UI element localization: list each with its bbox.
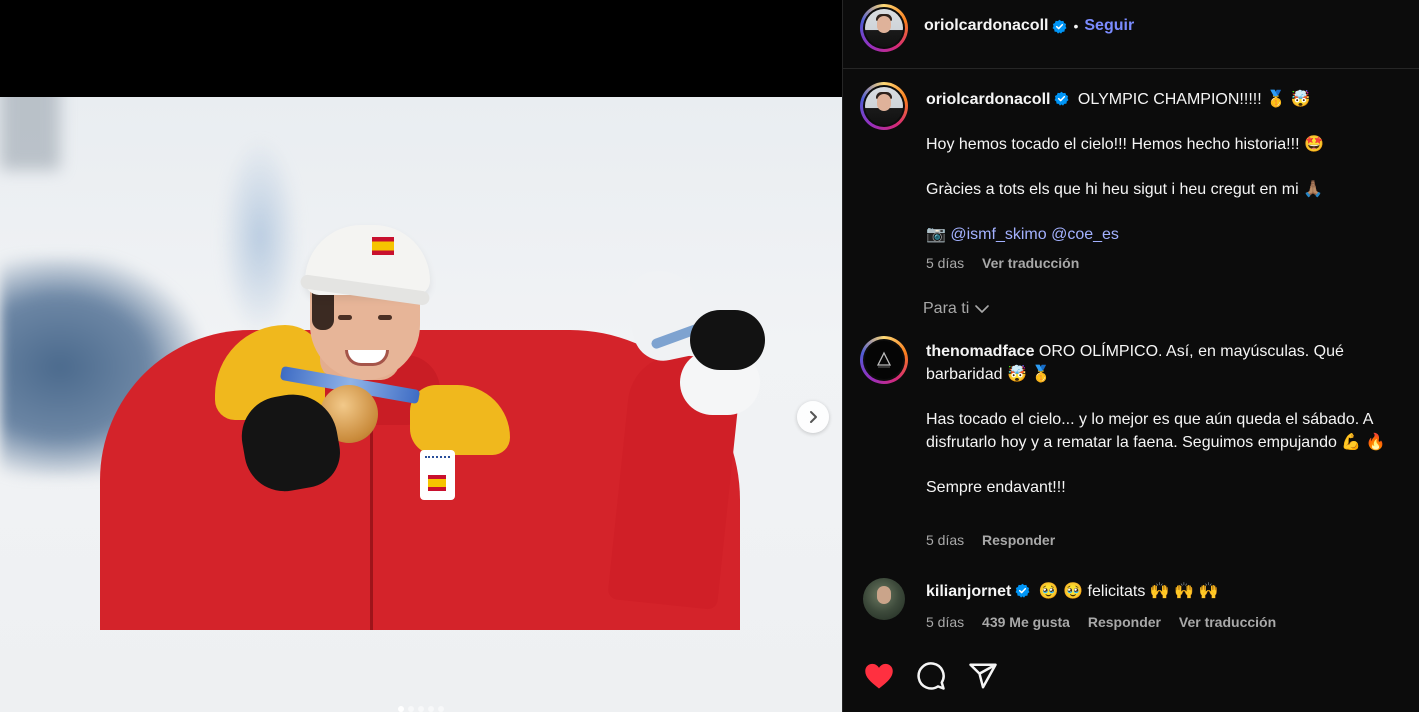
- caption-username[interactable]: oriolcardonacoll: [926, 91, 1050, 108]
- comment-likes[interactable]: 439 Me gusta: [982, 614, 1070, 630]
- comment: kilianjornet 🥹 🥹 felicitats 🙌 🙌 🙌: [926, 580, 1406, 603]
- follow-button[interactable]: Seguir: [1084, 17, 1134, 35]
- camera-icon: 📷: [926, 226, 946, 243]
- for-you-section-toggle[interactable]: Para ti: [923, 300, 990, 318]
- post-photo: [0, 97, 842, 712]
- comment-button[interactable]: [915, 660, 947, 692]
- caption: oriolcardonacoll OLYMPIC CHAMPION!!!!! 🥇…: [926, 88, 1406, 246]
- carousel-dot: [418, 706, 424, 712]
- post-header: oriolcardonacoll • Seguir: [843, 0, 1419, 58]
- for-you-label: Para ti: [923, 300, 970, 317]
- translate-link[interactable]: Ver traducción: [1179, 614, 1276, 630]
- author-username[interactable]: oriolcardonacoll: [924, 17, 1048, 35]
- comment-time: 5 días: [926, 532, 965, 548]
- heart-icon: [865, 663, 893, 689]
- reply-button[interactable]: Responder: [1088, 614, 1161, 630]
- mention-ismf[interactable]: @ismf_skimo: [950, 226, 1046, 243]
- header-separator: •: [1073, 18, 1079, 34]
- share-button[interactable]: [967, 660, 999, 692]
- comment-username[interactable]: thenomadface: [926, 343, 1034, 360]
- caption-credits: 📷 @ismf_skimo @coe_es: [926, 223, 1406, 246]
- header-divider: [843, 68, 1419, 69]
- comment-icon: [917, 662, 945, 690]
- caption-line-3: Gràcies a tots els que hi heu sigut i he…: [926, 181, 1324, 198]
- post-media: [0, 0, 842, 712]
- mention-coe[interactable]: @coe_es: [1051, 226, 1119, 243]
- caption-meta: 5 días Ver traducción: [926, 255, 1093, 271]
- verified-icon: [1055, 91, 1069, 106]
- caption-line-1: OLYMPIC CHAMPION!!!!! 🥇 🤯: [1077, 91, 1311, 108]
- carousel-dot: [438, 706, 444, 712]
- caption-time: 5 días: [926, 255, 965, 271]
- carousel-next-button[interactable]: [797, 401, 829, 433]
- comment-text-3: Sempre endavant!!!: [926, 479, 1066, 496]
- nomad-logo-icon: [876, 351, 892, 368]
- like-button[interactable]: [863, 660, 895, 692]
- commenter-avatar[interactable]: [863, 578, 905, 620]
- caption-avatar[interactable]: [860, 82, 908, 130]
- post-action-bar: [863, 660, 999, 692]
- author-avatar[interactable]: [860, 4, 908, 52]
- post-details-panel: oriolcardonacoll • Seguir oriolcardonaco…: [842, 0, 1419, 712]
- comment-meta: 5 días 439 Me gusta Responder Ver traduc…: [926, 614, 1290, 630]
- comment-text: 🥹 🥹 felicitats 🙌 🙌 🙌: [1038, 583, 1219, 600]
- caption-line-2: Hoy hemos tocado el cielo!!! Hemos hecho…: [926, 136, 1324, 153]
- carousel-indicator: [0, 706, 842, 712]
- comment: thenomadface ORO OLÍMPICO. Así, en mayús…: [926, 340, 1406, 499]
- verified-icon: [1015, 583, 1030, 598]
- comment-meta: 5 días Responder: [926, 532, 1069, 548]
- comment-text-2: Has tocado el cielo... y lo mejor es que…: [926, 411, 1386, 451]
- chevron-down-icon: [975, 305, 990, 313]
- reply-button[interactable]: Responder: [982, 532, 1055, 548]
- share-icon: [969, 663, 997, 689]
- comment-time: 5 días: [926, 614, 965, 630]
- commenter-avatar[interactable]: [860, 336, 908, 384]
- carousel-dot: [398, 706, 404, 712]
- carousel-dot: [428, 706, 434, 712]
- caption-translate-link[interactable]: Ver traducción: [982, 255, 1079, 271]
- comment-username[interactable]: kilianjornet: [926, 583, 1011, 600]
- chevron-right-icon: [810, 411, 817, 423]
- verified-icon: [1053, 19, 1067, 34]
- carousel-dot: [408, 706, 414, 712]
